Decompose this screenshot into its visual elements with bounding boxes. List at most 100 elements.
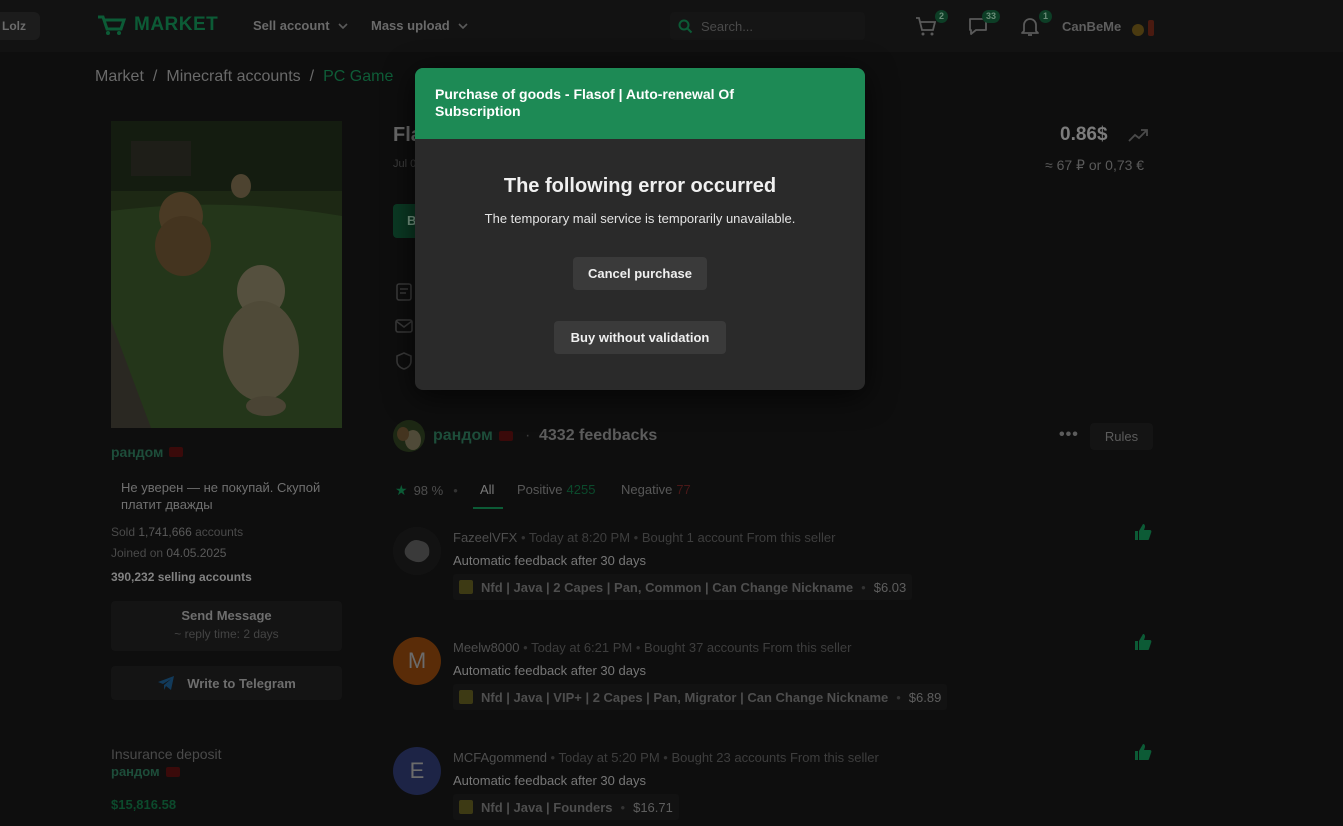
- purchased-item-title: Nfd | Java | VIP+ | 2 Capes | Pan, Migra…: [481, 689, 889, 705]
- rating-separator: •: [453, 483, 458, 498]
- review-item: FazeelVFX • Today at 8:20 PM • Bought 1 …: [393, 524, 1163, 627]
- review-time: Today at 6:21 PM: [531, 640, 633, 655]
- messages-button[interactable]: 33: [966, 10, 1000, 40]
- insurance-seller-name[interactable]: рандом: [111, 764, 180, 779]
- write-telegram-button[interactable]: Write to Telegram: [111, 666, 342, 700]
- joined-label: Joined on: [111, 546, 164, 560]
- rules-button[interactable]: Rules: [1090, 423, 1153, 450]
- minecraft-icon: [459, 800, 473, 814]
- buy-without-validation-button[interactable]: Buy without validation: [554, 321, 726, 354]
- trend-up-icon[interactable]: [1127, 126, 1149, 144]
- messages-count-badge: 33: [981, 10, 1000, 23]
- reviewer-name[interactable]: MCFAgommend: [453, 750, 547, 765]
- seller-quote: Не уверен — не покупай. Скупой платит дв…: [121, 480, 321, 512]
- review-text: Automatic feedback after 30 days: [453, 663, 646, 678]
- lolz-forum-link[interactable]: Lolz: [0, 12, 40, 40]
- flag-icon: [498, 431, 513, 441]
- review-bought: Bought 23 accounts From this seller: [671, 750, 879, 765]
- feedback-seller-avatar[interactable]: [393, 420, 425, 452]
- review-header: Meelw8000 • Today at 6:21 PM • Bought 37…: [453, 640, 852, 655]
- insurance-amount: $15,816.58: [111, 797, 177, 812]
- joined-value: 04.05.2025: [166, 546, 227, 560]
- tab-positive[interactable]: Positive 4255: [517, 482, 595, 497]
- error-title: The following error occurred: [503, 175, 777, 197]
- reviewer-name[interactable]: Meelw8000: [453, 640, 520, 655]
- receipt-icon: [396, 283, 412, 301]
- reviewer-name[interactable]: FazeelVFX: [453, 530, 517, 545]
- review-header: MCFAgommend • Today at 5:20 PM • Bought …: [453, 750, 879, 765]
- purchased-item-title: Nfd | Java | Founders: [481, 799, 613, 815]
- send-message-button[interactable]: Send Message ~ reply time: 2 days: [111, 601, 342, 651]
- review-item: M Meelw8000 • Today at 6:21 PM • Bought …: [393, 634, 1163, 737]
- review-text: Automatic feedback after 30 days: [453, 553, 646, 568]
- reviewer-avatar[interactable]: M: [393, 637, 441, 685]
- nav-mass-upload[interactable]: Mass upload: [371, 18, 468, 33]
- product-subtitle: Jul 0: [393, 158, 417, 170]
- review-text: Automatic feedback after 30 days: [453, 773, 646, 788]
- more-options-button[interactable]: •••: [1059, 426, 1079, 444]
- flag-icon: [169, 447, 184, 457]
- username[interactable]: CanBeMe: [1062, 19, 1121, 34]
- thumbs-up-icon: [1135, 634, 1152, 650]
- price-conversion: ≈ 67 ₽ or 0,73 €: [1045, 157, 1145, 173]
- tab-all[interactable]: All: [480, 482, 494, 497]
- review-header: FazeelVFX • Today at 8:20 PM • Bought 1 …: [453, 530, 836, 545]
- cancel-purchase-button[interactable]: Cancel purchase: [573, 257, 707, 290]
- write-telegram-label: Write to Telegram: [187, 675, 296, 691]
- reviewer-avatar-letter: M: [407, 648, 427, 673]
- insurance-deposit-title: Insurance deposit: [111, 746, 222, 762]
- breadcrumb-minecraft[interactable]: Minecraft accounts: [166, 68, 300, 86]
- breadcrumb-pc-game[interactable]: PC Game: [323, 68, 393, 86]
- sold-value: 1,741,666: [138, 525, 192, 539]
- review-bought: Bought 1 account From this seller: [641, 530, 836, 545]
- review-bought: Bought 37 accounts From this seller: [644, 640, 852, 655]
- search-icon: [678, 19, 693, 33]
- cart-button[interactable]: 2: [914, 10, 948, 40]
- minecraft-icon: [459, 580, 473, 594]
- sold-stat: Sold 1,741,666 accounts: [111, 525, 243, 539]
- shield-icon: [396, 352, 412, 370]
- insurance-seller-name-text: рандом: [111, 764, 160, 779]
- sold-label: Sold: [111, 525, 136, 539]
- thumbs-up-icon: [1135, 744, 1152, 760]
- purchased-item-link[interactable]: Nfd | Java | VIP+ | 2 Capes | Pan, Migra…: [453, 684, 948, 710]
- selling-accounts-link[interactable]: 390,232 selling accounts: [111, 570, 252, 584]
- feedback-seller-name[interactable]: рандом: [433, 427, 513, 445]
- mail-icon: [395, 319, 413, 333]
- thumbs-up-icon: [1135, 524, 1152, 540]
- breadcrumb: Market / Minecraft accounts / PC Game: [95, 68, 393, 86]
- star-icon: ★: [395, 482, 408, 498]
- joined-stat: Joined on 04.05.2025: [111, 546, 226, 560]
- tab-active-indicator: [473, 507, 503, 509]
- nav-sell-account[interactable]: Sell account: [253, 18, 348, 33]
- tab-positive-label: Positive: [517, 482, 563, 497]
- minecraft-icon: [459, 690, 473, 704]
- notifications-count-badge: 1: [1038, 10, 1052, 23]
- reviewer-avatar[interactable]: [393, 527, 441, 575]
- logo-text: MARKET: [134, 14, 219, 35]
- purchased-item-price: $6.89: [908, 689, 942, 705]
- rating-percent: 98 %: [413, 483, 444, 498]
- review-item: E MCFAgommend • Today at 5:20 PM • Bough…: [393, 744, 1163, 826]
- purchased-item-price: $6.03: [873, 579, 907, 595]
- reviewer-avatar[interactable]: E: [393, 747, 441, 795]
- breadcrumb-market[interactable]: Market: [95, 68, 144, 86]
- sold-suffix: accounts: [195, 525, 244, 539]
- notifications-button[interactable]: 1: [1018, 10, 1052, 40]
- telegram-icon: [158, 676, 175, 690]
- purchased-item-price: $16.71: [633, 799, 673, 815]
- market-logo[interactable]: MARKET: [96, 14, 218, 36]
- search-placeholder: Search...: [701, 18, 754, 34]
- tab-negative[interactable]: Negative 77: [621, 482, 691, 497]
- seller-name[interactable]: рандом: [111, 444, 184, 460]
- nav-sell-account-label: Sell account: [253, 18, 330, 33]
- breadcrumb-separator: /: [152, 68, 158, 85]
- rating-summary: ★ 98 % •: [395, 482, 458, 499]
- purchased-item-link[interactable]: Nfd | Java | Founders • $16.71: [453, 794, 679, 820]
- cart-logo-icon: [98, 15, 126, 35]
- tab-negative-label: Negative: [621, 482, 673, 497]
- purchased-item-title: Nfd | Java | 2 Capes | Pan, Common | Can…: [481, 579, 854, 595]
- search-input[interactable]: Search...: [670, 12, 865, 40]
- purchased-item-link[interactable]: Nfd | Java | 2 Capes | Pan, Common | Can…: [453, 574, 913, 600]
- feedback-seller-name-text: рандом: [433, 427, 493, 444]
